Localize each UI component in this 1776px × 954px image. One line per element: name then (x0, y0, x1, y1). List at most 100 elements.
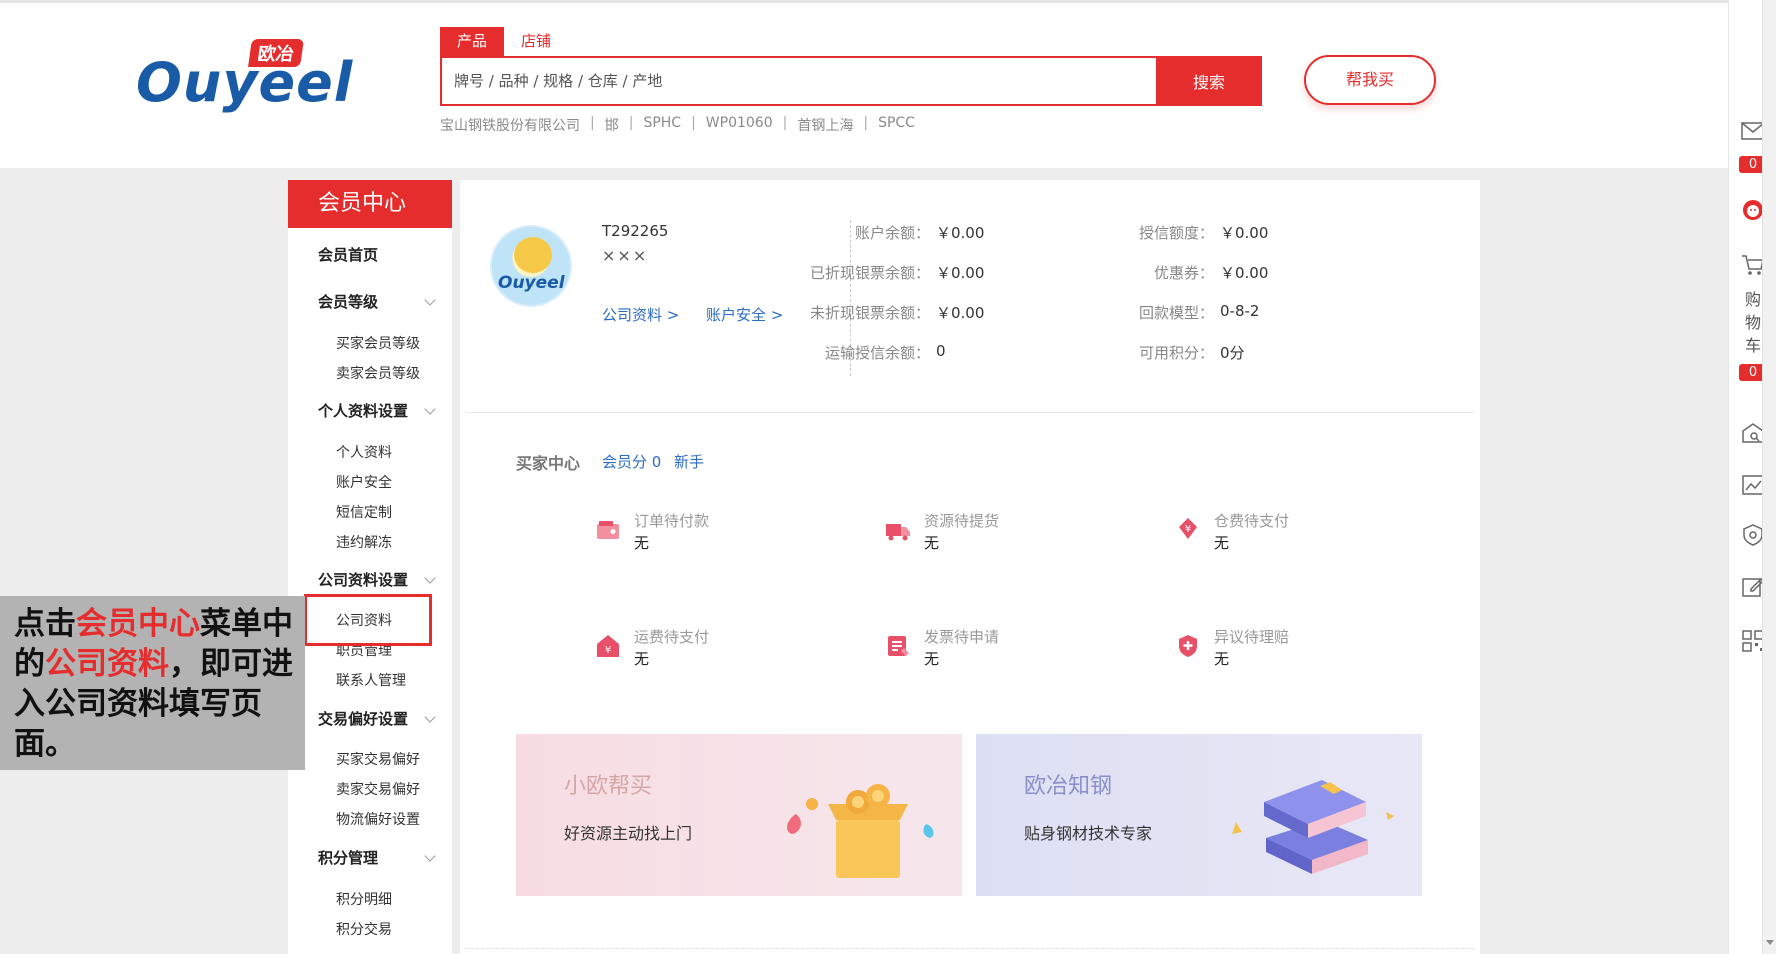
banner-title: 欧冶知钢 (1024, 774, 1113, 799)
money-tag-icon: ¥ (1179, 518, 1197, 539)
cart-label-char: 购 (1745, 290, 1762, 309)
callout-highlight: 会员中心 (76, 606, 200, 642)
undiscounted-bill-value: ￥0.00 (936, 304, 985, 322)
undiscounted-bill-label: 未折现银票余额： (809, 304, 930, 322)
sidebar-group-trade-pref[interactable]: 交易偏好设置 (318, 708, 442, 729)
search-button[interactable]: 搜索 (1156, 56, 1262, 106)
books-icon (1232, 780, 1394, 874)
hot-word-separator: | (782, 115, 788, 131)
task-order-payment[interactable]: 订单待付款 无 (594, 510, 794, 554)
cart-label-char: 物 (1745, 313, 1762, 332)
task-pickup[interactable]: 资源待提货 无 (884, 510, 1084, 554)
coupon-label: 优惠券： (1153, 264, 1214, 282)
sidebar-item-seller-level[interactable]: 卖家会员等级 (336, 363, 420, 383)
task-value: 无 (924, 534, 940, 552)
task-label: 运费待支付 (634, 628, 710, 646)
main-panel: Ouyeel T292265 ××× 公司资料 > 账户安全 > 账户余额： ￥… (460, 180, 1480, 954)
section-divider (466, 948, 1474, 949)
company-info-link[interactable]: 公司资料 > (602, 304, 679, 325)
chevron-down-icon (424, 294, 436, 306)
gift-box-coins-icon (787, 784, 934, 878)
task-invoice[interactable]: 发票待申请 无 (884, 626, 1084, 670)
banner-steel-knowledge[interactable]: 欧冶知钢 贴身钢材技术专家 (976, 734, 1422, 896)
banner-help-buy[interactable]: 小欧帮买 好资源主动找上门 (516, 734, 962, 896)
task-label: 订单待付款 (634, 512, 710, 530)
company-info-highlight (304, 594, 432, 646)
member-score-link[interactable]: 会员分 0 (602, 451, 661, 472)
task-freight-fee[interactable]: ¥ 运费待支付 无 (594, 626, 794, 670)
sidebar-group-label: 个人资料设置 (318, 402, 409, 420)
search-tab-product[interactable]: 产品 (440, 27, 505, 56)
avatar[interactable]: Ouyeel (490, 225, 572, 307)
task-dispute[interactable]: 异议待理赔 无 (1174, 626, 1374, 670)
user-name: ××× (602, 246, 649, 265)
hot-search-words: 宝山钢铁股份有限公司 | 邯 | SPHC | WP01060 | 首钢上海 |… (440, 115, 915, 135)
callout-highlight: 公司资料 (45, 646, 169, 682)
task-value: 无 (1214, 534, 1230, 552)
task-storage-fee[interactable]: ¥ 仓费待支付 无 (1174, 510, 1374, 554)
sidebar-item-sms[interactable]: 短信定制 (336, 502, 392, 522)
member-sidebar: 会员中心 会员首页 会员等级 买家会员等级 卖家会员等级 个人资料设置 个人资料… (288, 180, 452, 954)
sidebar-item-unfreeze[interactable]: 违约解冻 (336, 532, 392, 552)
scroll-down-arrow-icon[interactable] (1766, 940, 1774, 945)
balance-label: 账户余额： (854, 224, 930, 242)
svg-text:¥: ¥ (605, 645, 611, 656)
search-input[interactable] (454, 58, 1134, 104)
hot-word[interactable]: 邯 (605, 115, 619, 135)
hot-word-separator: | (691, 115, 696, 131)
account-security-link[interactable]: 账户安全 > (706, 304, 783, 325)
sidebar-item-buyer-pref[interactable]: 买家交易偏好 (336, 749, 420, 769)
section-divider (466, 412, 1474, 413)
hot-word[interactable]: SPHC (643, 115, 681, 135)
wallet-icon (597, 521, 619, 539)
cart-label[interactable]: 购 物 车 (1745, 288, 1763, 357)
hot-word-separator: | (628, 115, 634, 131)
sidebar-item-seller-pref[interactable]: 卖家交易偏好 (336, 779, 420, 799)
banner-title: 小欧帮买 (564, 774, 653, 799)
newbie-link[interactable]: 新手 (674, 451, 704, 472)
task-value: 无 (924, 650, 940, 668)
sidebar-group-member-level[interactable]: 会员等级 (318, 291, 442, 312)
repayment-model-label: 回款模型： (1138, 304, 1214, 322)
logo-text: Ouyeel (136, 51, 354, 114)
search-box: 搜索 (440, 56, 1262, 106)
sidebar-item-points-trade[interactable]: 积分交易 (336, 919, 392, 939)
help-me-buy-button[interactable]: 帮我买 (1304, 55, 1436, 105)
search-tabs: 产品 店铺 (440, 27, 568, 56)
hot-word-separator: | (863, 115, 869, 131)
sidebar-item-contacts[interactable]: 联系人管理 (336, 670, 406, 690)
logo-badge: 欧冶 (248, 39, 304, 67)
sidebar-group-label: 积分管理 (318, 849, 379, 867)
hot-word[interactable]: 首钢上海 (797, 115, 853, 135)
mascot-face (514, 237, 552, 273)
chevron-down-icon (424, 850, 436, 862)
sidebar-title[interactable]: 会员中心 (288, 180, 452, 228)
invoice-icon (888, 636, 909, 656)
sidebar-group-label: 公司资料设置 (318, 571, 409, 589)
svg-text:¥: ¥ (1185, 524, 1191, 535)
transport-credit-value: 0 (936, 342, 946, 360)
sidebar-item-home[interactable]: 会员首页 (318, 244, 442, 265)
sidebar-group-company[interactable]: 公司资料设置 (318, 569, 442, 590)
page-scrollbar[interactable] (1762, 0, 1776, 954)
sidebar-item-points-detail[interactable]: 积分明细 (336, 889, 392, 909)
instruction-callout: 点击会员中心菜单中的公司资料，即可进入公司资料填写页面。 (0, 596, 305, 770)
truck-icon (886, 524, 910, 541)
sidebar-item-personal-info[interactable]: 个人资料 (336, 442, 392, 462)
sidebar-item-buyer-level[interactable]: 买家会员等级 (336, 333, 420, 353)
buyer-center-title: 买家中心 (516, 454, 581, 473)
sidebar-group-label: 交易偏好设置 (318, 710, 409, 728)
hot-word[interactable]: WP01060 (706, 115, 773, 135)
banner-subtitle: 好资源主动找上门 (564, 824, 693, 843)
sidebar-item-account-security[interactable]: 账户安全 (336, 472, 392, 492)
hot-word[interactable]: SPCC (878, 115, 915, 135)
ouyeel-logo[interactable]: Ouyeel 欧冶 (136, 39, 352, 114)
avatar-logo-text: Ouyeel (498, 273, 565, 293)
credit-limit-value: ￥0.00 (1220, 224, 1269, 242)
sidebar-group-points[interactable]: 积分管理 (318, 847, 442, 868)
search-tab-shop[interactable]: 店铺 (504, 27, 568, 56)
sidebar-group-personal[interactable]: 个人资料设置 (318, 400, 442, 421)
sidebar-item-logistics-pref[interactable]: 物流偏好设置 (336, 809, 420, 829)
hot-word[interactable]: 宝山钢铁股份有限公司 (440, 115, 580, 135)
task-label: 资源待提货 (924, 512, 1000, 530)
